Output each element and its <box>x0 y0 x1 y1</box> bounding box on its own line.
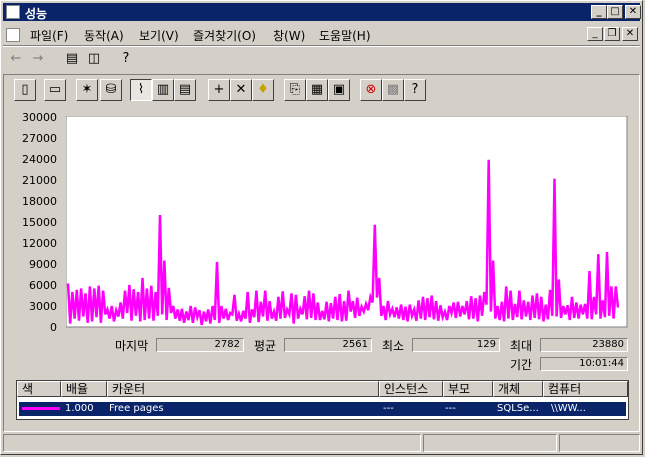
counter-parent: --- <box>445 403 456 414</box>
y-tick-label: 27000 <box>22 132 57 145</box>
minimum-value: 129 <box>412 338 500 352</box>
minimize-button[interactable]: _ <box>591 5 607 19</box>
average-value: 2561 <box>284 338 372 352</box>
y-tick-label: 9000 <box>29 258 57 271</box>
column-header-counter[interactable]: 카운터 <box>107 381 379 397</box>
menu-file[interactable]: 파일(F) <box>30 27 68 44</box>
back-arrow-icon[interactable]: ← <box>7 50 25 68</box>
menu-bar: 파일(F) 동작(A) 보기(V) 즐겨찾기(O) 창(W) 도움말(H) _ … <box>3 24 640 45</box>
paste-counter-list-button[interactable]: ▦ <box>306 79 328 101</box>
close-button[interactable]: ✕ <box>625 5 641 19</box>
y-tick-label: 24000 <box>22 153 57 166</box>
view-histogram-button[interactable]: ▥ <box>152 79 174 101</box>
delete-counter-button[interactable]: ✕ <box>230 79 252 101</box>
status-pane-3 <box>559 434 640 452</box>
mmc-icon <box>6 28 20 42</box>
counter-instance: --- <box>383 403 394 414</box>
menu-view[interactable]: 보기(V) <box>139 27 179 44</box>
counter-row[interactable]: 1.000 Free pages --- --- SQLSe... \\WW..… <box>19 402 626 416</box>
y-tick-label: 0 <box>50 321 57 334</box>
counter-scale: 1.000 <box>65 403 94 414</box>
performance-graph <box>66 116 628 328</box>
show-hide-tree-icon[interactable]: ◫ <box>85 50 103 68</box>
column-header-parent[interactable]: 부모 <box>443 381 493 397</box>
y-tick-label: 6000 <box>29 279 57 292</box>
view-current-activity-button[interactable]: ✶ <box>76 79 98 101</box>
last-value: 2782 <box>156 338 244 352</box>
copy-properties-button[interactable]: ⎘ <box>284 79 306 101</box>
properties-button[interactable]: ▣ <box>328 79 350 101</box>
add-counter-button[interactable]: + <box>208 79 230 101</box>
status-pane-1 <box>3 434 421 452</box>
counter-computer: \\WW... <box>551 403 586 414</box>
minimum-label: 최소 <box>382 339 405 353</box>
app-icon <box>6 5 20 19</box>
menu-window[interactable]: 창(W) <box>273 27 305 44</box>
status-pane-2 <box>423 434 557 452</box>
y-tick-label: 3000 <box>29 300 57 313</box>
navigation-toolbar: ← → ▤ ◫ ? <box>3 47 640 71</box>
forward-arrow-icon[interactable]: → <box>29 50 47 68</box>
freeze-display-button[interactable]: ⊗ <box>360 79 382 101</box>
menu-action[interactable]: 동작(A) <box>84 27 124 44</box>
y-tick-label: 18000 <box>22 195 57 208</box>
view-graph-button[interactable]: ⌇ <box>130 79 152 101</box>
mdi-minimize-button[interactable]: _ <box>587 27 603 41</box>
column-header-computer[interactable]: 컴퓨터 <box>543 381 628 397</box>
clear-display-button[interactable]: ▭ <box>44 79 66 101</box>
new-counter-set-button[interactable]: ▯ <box>14 79 36 101</box>
counter-list: 색 배율 카운터 인스턴스 부모 개체 컴퓨터 1.000 Free pages… <box>16 380 629 420</box>
menu-favorites[interactable]: 즐겨찾기(O) <box>193 27 256 44</box>
pane-help-button[interactable]: ? <box>404 79 426 101</box>
counter-object: SQLSe... <box>497 403 539 414</box>
view-report-button[interactable]: ▤ <box>174 79 196 101</box>
column-header-instance[interactable]: 인스턴스 <box>379 381 443 397</box>
duration-value: 10:01:44 <box>540 357 628 371</box>
highlight-button[interactable]: ♦ <box>252 79 274 101</box>
last-label: 마지막 <box>115 339 149 353</box>
help-icon[interactable]: ? <box>117 50 135 68</box>
mdi-close-button[interactable]: ✕ <box>622 27 638 41</box>
y-tick-label: 30000 <box>22 111 57 124</box>
column-header-object[interactable]: 개체 <box>493 381 543 397</box>
window-title: 성능 <box>25 7 48 21</box>
y-tick-label: 21000 <box>22 174 57 187</box>
column-header-scale[interactable]: 배율 <box>61 381 107 397</box>
counter-name: Free pages <box>109 403 164 414</box>
y-axis-labels: 30000 27000 24000 21000 18000 15000 1200… <box>3 111 57 334</box>
duration-label: 기간 <box>510 358 533 372</box>
y-tick-label: 15000 <box>22 216 57 229</box>
y-tick-label: 12000 <box>22 237 57 250</box>
column-header-color[interactable]: 색 <box>17 381 61 397</box>
view-log-data-button[interactable]: ⛁ <box>100 79 122 101</box>
maximize-button[interactable]: □ <box>607 5 623 19</box>
update-data-button[interactable]: ▩ <box>382 79 404 101</box>
up-folder-icon[interactable]: ▤ <box>63 50 81 68</box>
mdi-restore-button[interactable]: ❐ <box>604 27 620 41</box>
maximum-value: 23880 <box>540 338 628 352</box>
menu-help[interactable]: 도움말(H) <box>319 27 371 44</box>
title-bar[interactable]: 성능 _ □ ✕ <box>3 3 641 21</box>
average-label: 평균 <box>254 339 277 353</box>
counter-color-swatch <box>22 407 60 410</box>
maximum-label: 최대 <box>510 339 533 353</box>
